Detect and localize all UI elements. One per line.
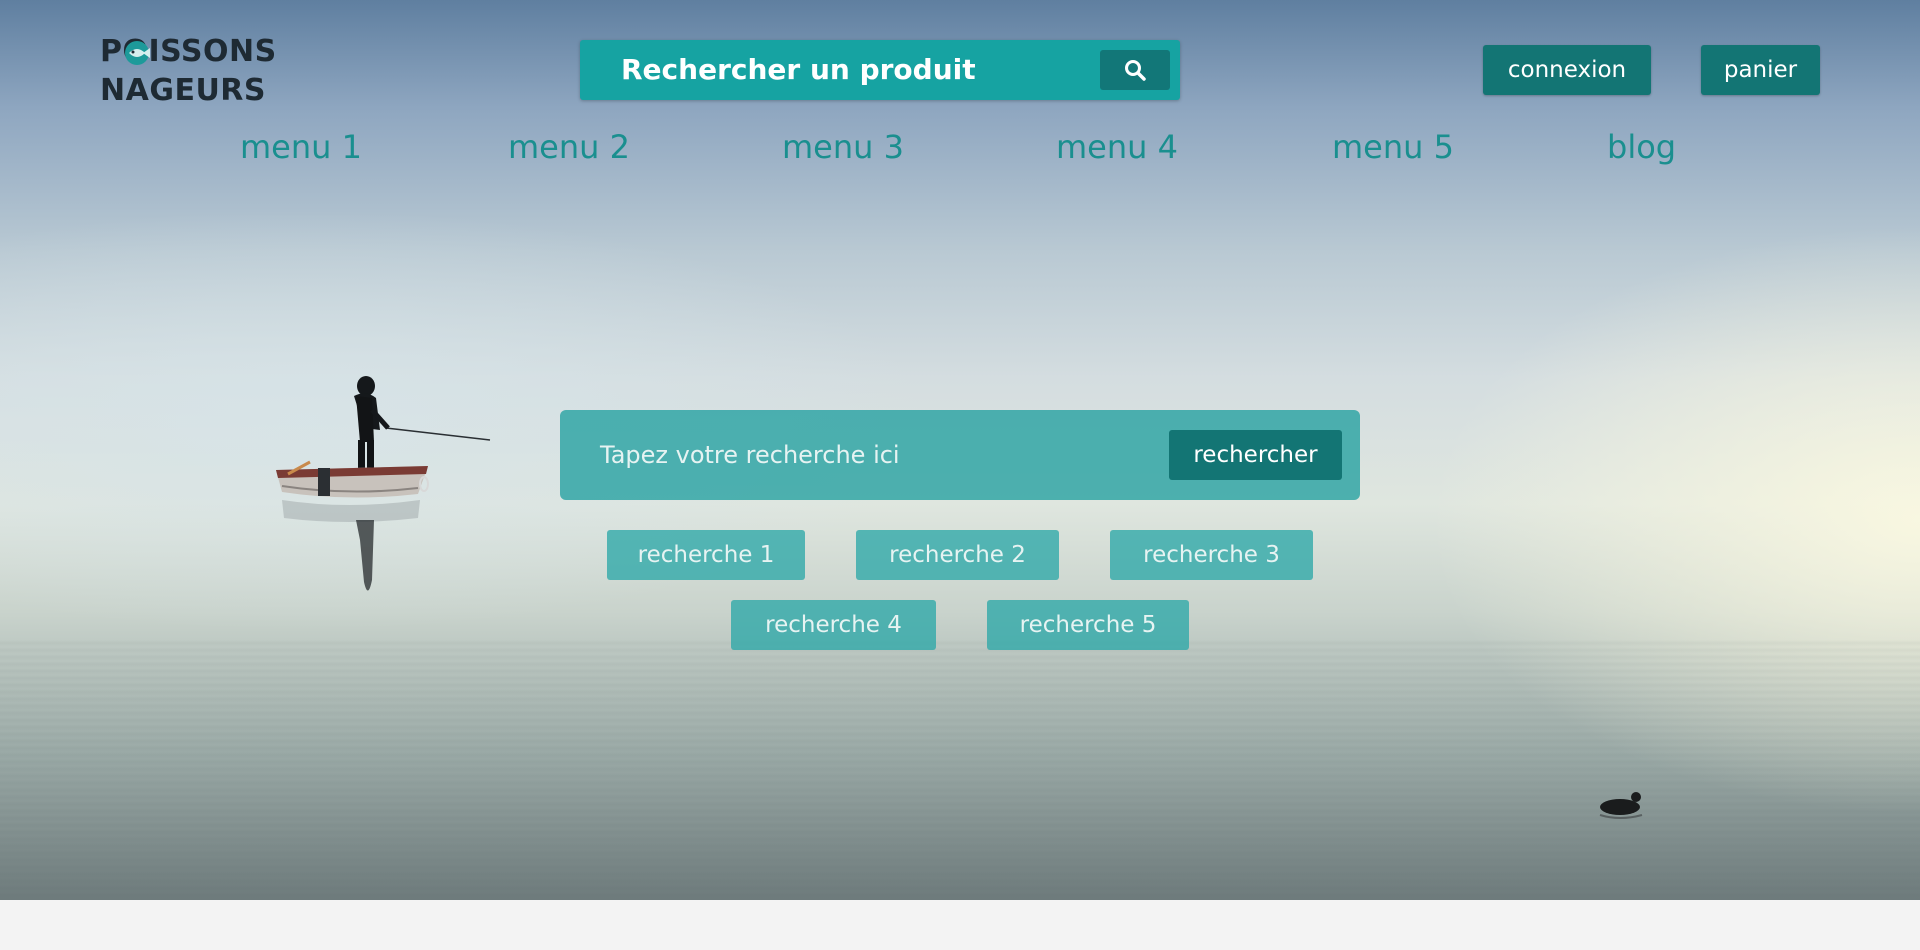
login-button[interactable]: connexion [1483, 45, 1651, 95]
fisherman-boat-image [276, 376, 491, 591]
page-below-hero [0, 900, 1920, 950]
search-icon [1125, 60, 1146, 81]
product-search-button[interactable] [1100, 50, 1170, 90]
hero-search-button[interactable]: rechercher [1169, 430, 1342, 480]
hero-search-panel: Tapez votre recherche ici rechercher [560, 410, 1360, 500]
search-suggestion-4[interactable]: recherche 4 [731, 600, 936, 650]
nav-item-menu-5[interactable]: menu 5 [1332, 128, 1454, 166]
product-search-bar[interactable]: Rechercher un produit [580, 40, 1180, 100]
nav-item-menu-2[interactable]: menu 2 [508, 128, 630, 166]
lake-surface [0, 640, 1920, 900]
search-suggestion-1[interactable]: recherche 1 [607, 530, 805, 580]
duck-image [1599, 792, 1643, 819]
product-search-input[interactable]: Rechercher un produit [621, 40, 976, 100]
search-suggestion-3[interactable]: recherche 3 [1110, 530, 1313, 580]
search-suggestion-2[interactable]: recherche 2 [856, 530, 1059, 580]
nav-item-menu-3[interactable]: menu 3 [782, 128, 904, 166]
nav-item-blog[interactable]: blog [1607, 128, 1676, 166]
cart-button[interactable]: panier [1701, 45, 1820, 95]
fish-logo-icon [125, 41, 150, 65]
brand-logo[interactable]: POISSONS NAGEURS [100, 32, 290, 112]
nav-item-menu-1[interactable]: menu 1 [240, 128, 362, 166]
search-suggestion-5[interactable]: recherche 5 [987, 600, 1189, 650]
nav-item-menu-4[interactable]: menu 4 [1056, 128, 1178, 166]
brand-name-line2: NAGEURS [100, 73, 267, 108]
hero-search-input[interactable]: Tapez votre recherche ici [600, 410, 900, 500]
